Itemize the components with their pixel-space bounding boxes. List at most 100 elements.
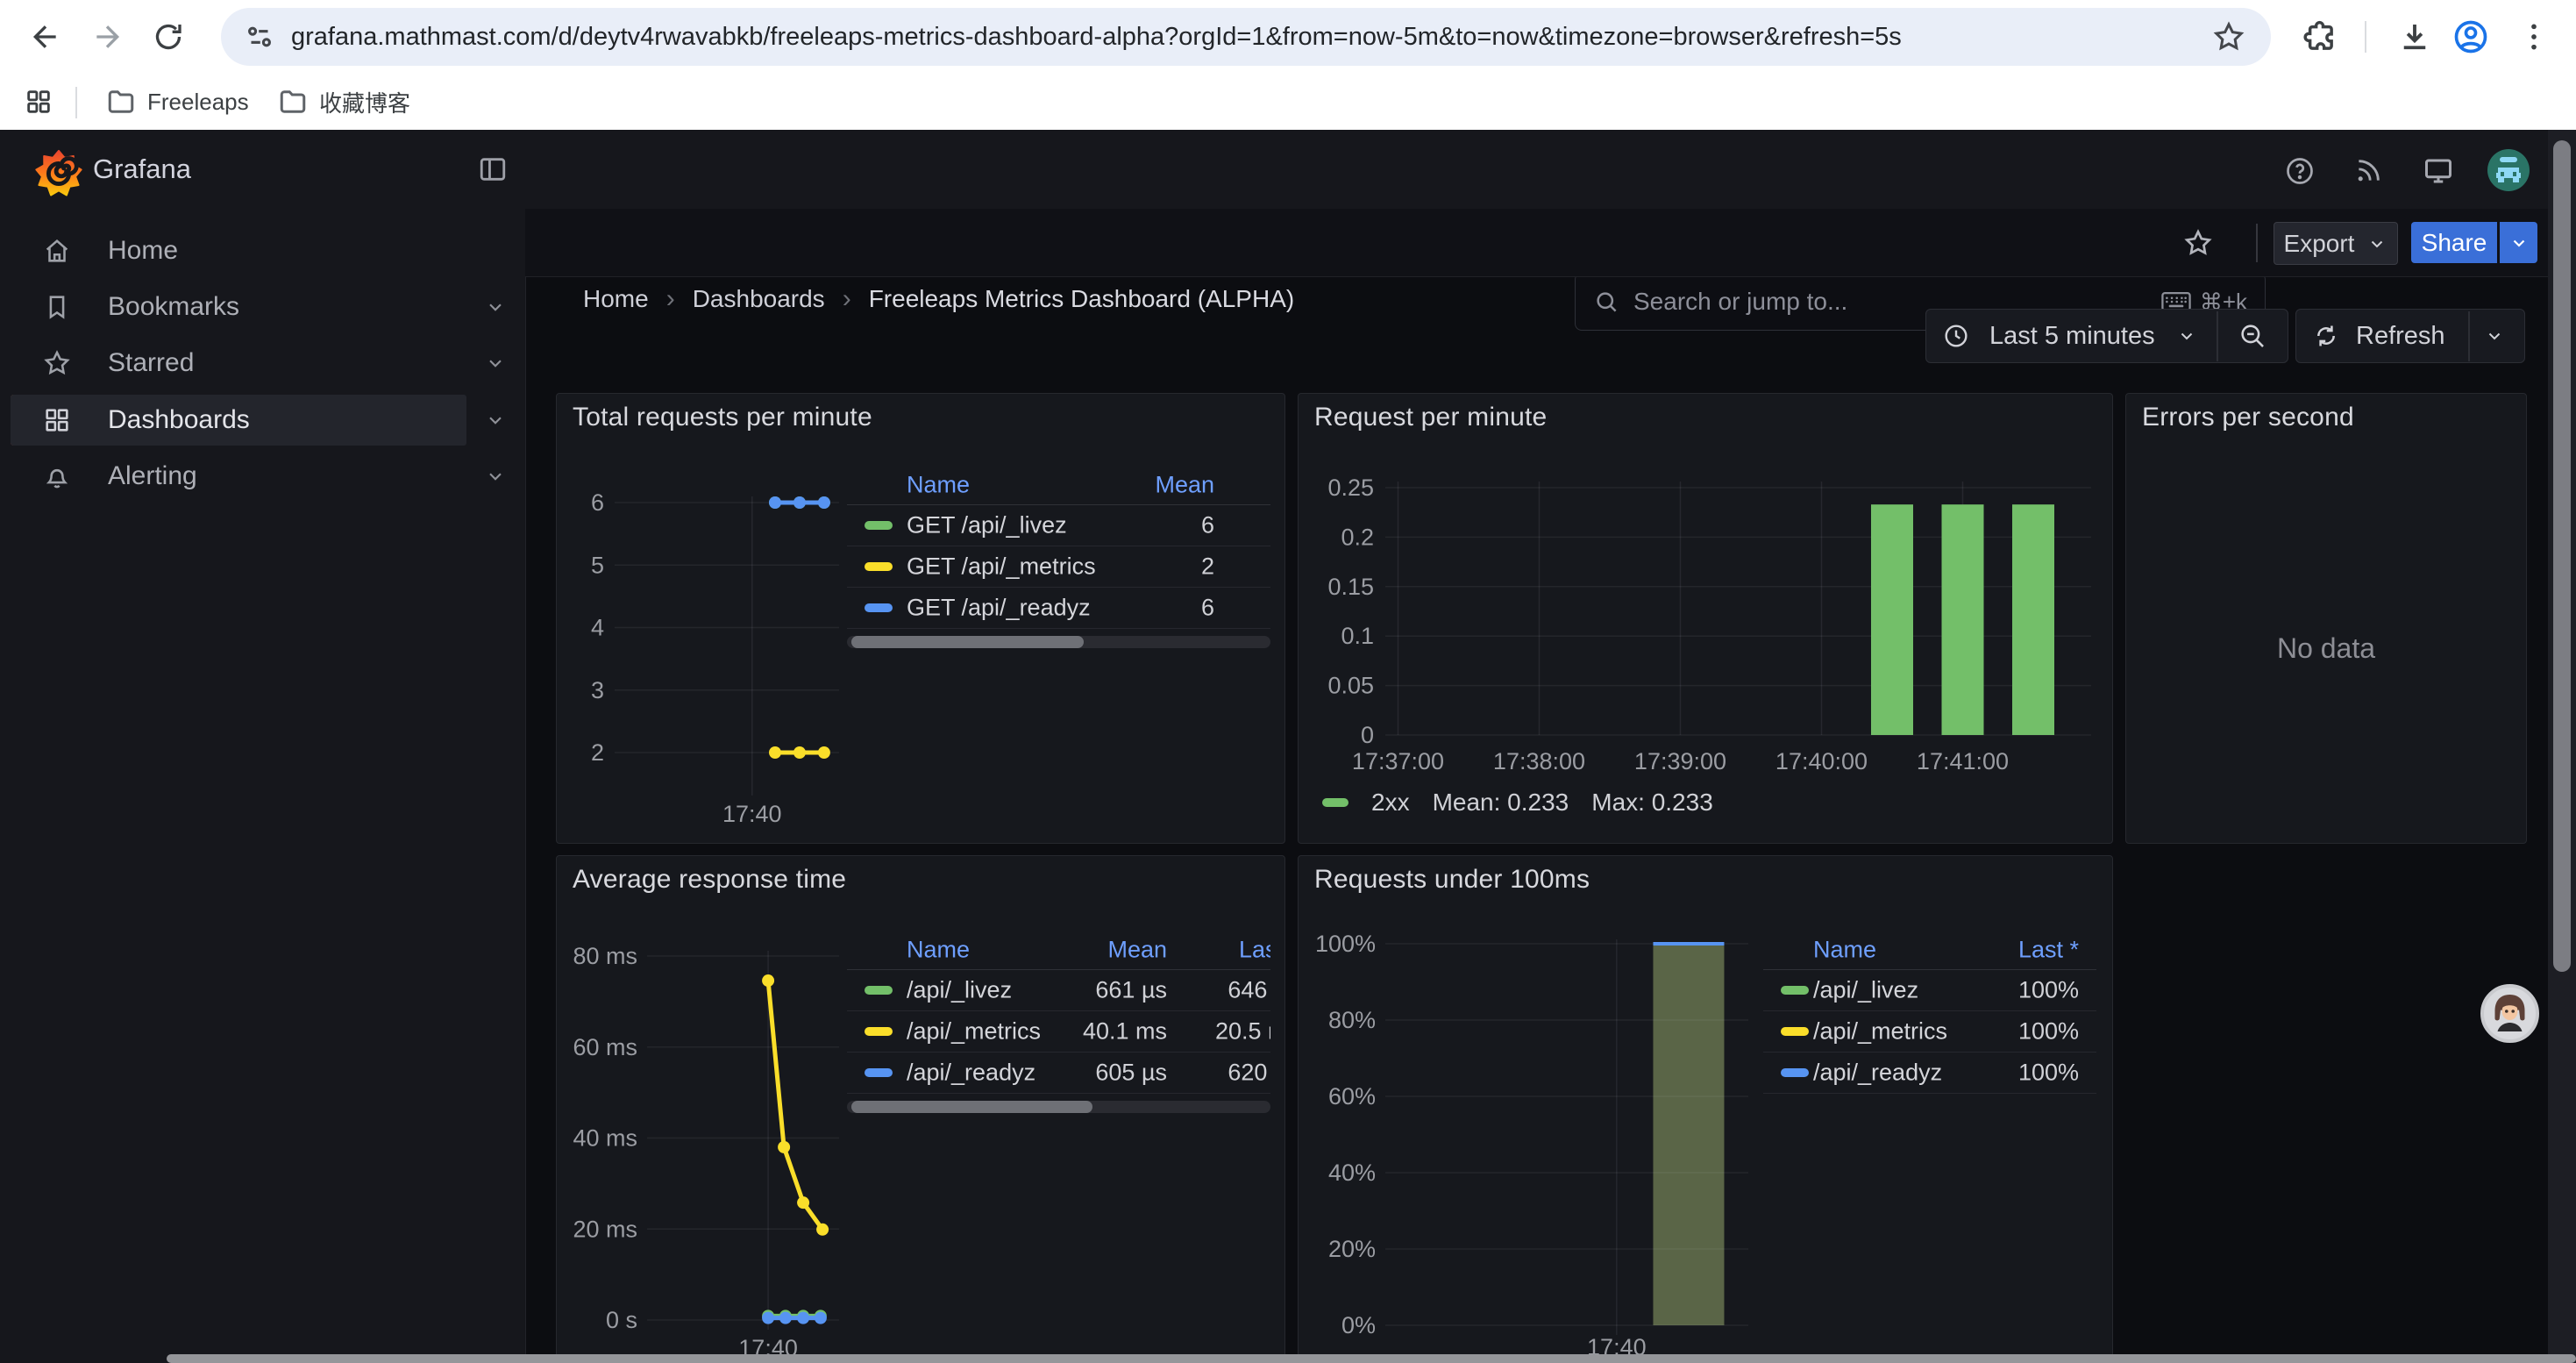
legend-col-header[interactable]: Mean	[1107, 937, 1167, 964]
request-per-minute-chart[interactable]: 00.050.10.150.20.2517:37:0017:38:0017:39…	[1299, 394, 2112, 843]
bookmark-icon	[42, 292, 72, 322]
breadcrumb-dashboards[interactable]: Dashboards	[693, 285, 825, 313]
series-color-pill[interactable]	[1781, 986, 1809, 995]
legend-col-header[interactable]: Name	[907, 472, 970, 499]
address-bar[interactable]: grafana.mathmast.com/d/deytv4rwavabkb/fr…	[221, 8, 2271, 66]
home-icon	[42, 236, 72, 266]
series-color-pill[interactable]	[865, 1027, 893, 1036]
series-name[interactable]: /api/_readyz	[907, 1060, 1035, 1087]
legend-col-header[interactable]: Name	[1813, 937, 1876, 964]
actions-divider	[2256, 224, 2258, 262]
monitor-icon[interactable]	[2422, 154, 2455, 188]
sidebar-item-home[interactable]: Home	[11, 225, 466, 276]
user-avatar[interactable]	[2487, 149, 2530, 191]
menu-dots-icon[interactable]	[2515, 18, 2553, 56]
series-color-pill[interactable]	[865, 603, 893, 612]
series-name[interactable]: 2xx	[1371, 789, 1410, 817]
legend-scrollbar[interactable]	[847, 636, 1270, 648]
grafana-logo[interactable]	[33, 147, 84, 198]
bookmark-folder-freeleaps[interactable]: Freeleaps	[105, 82, 249, 121]
extensions-icon[interactable]	[2301, 18, 2339, 56]
legend-table: NameMeanLast */api/_livez661 µs646 µs/ap…	[847, 931, 1270, 1113]
series-color-pill[interactable]	[1781, 1027, 1809, 1036]
series-value: 661 µs	[1095, 977, 1167, 1004]
vertical-scrollbar-thumb[interactable]	[2553, 140, 2571, 972]
legend-scrollbar[interactable]	[847, 1101, 1270, 1113]
bookmark-folder-blogs[interactable]: 收藏博客	[277, 82, 410, 121]
brand[interactable]: Grafana	[93, 130, 191, 209]
series-name[interactable]: GET /api/_readyz	[907, 595, 1091, 622]
chevron-down-icon[interactable]	[484, 409, 507, 432]
sidebar-item-dashboards[interactable]: Dashboards	[11, 395, 466, 446]
series-value: 40.1 ms	[1083, 1018, 1167, 1045]
series-color-pill[interactable]	[865, 1068, 893, 1077]
legend-row[interactable]: /api/_metrics40.1 ms20.5 ms	[847, 1011, 1270, 1053]
panel-average-response-time[interactable]: Average response time 80 ms60 ms40 ms20 …	[556, 855, 1285, 1363]
series-color-pill[interactable]	[865, 986, 893, 995]
zoom-out-icon[interactable]	[2238, 321, 2267, 351]
panel-total-requests[interactable]: Total requests per minute 6543217:40 Nam…	[556, 393, 1285, 844]
panel-request-per-minute[interactable]: Request per minute 00.050.10.150.20.2517…	[1298, 393, 2113, 844]
legend-col-header[interactable]: Mean	[1155, 472, 1214, 499]
series-color-pill[interactable]	[865, 562, 893, 571]
chevron-down-icon[interactable]	[484, 352, 507, 375]
series-name[interactable]: GET /api/_metrics	[907, 553, 1096, 581]
reload-icon[interactable]	[151, 19, 186, 54]
export-button[interactable]: Export	[2274, 222, 2398, 265]
bookmark-star-icon[interactable]	[2210, 18, 2248, 56]
breadcrumb-home[interactable]: Home	[583, 285, 649, 313]
series-color-pill[interactable]	[1781, 1068, 1809, 1077]
legend-row[interactable]: GET /api/_metrics2	[847, 546, 1270, 588]
legend-row[interactable]: GET /api/_readyz6	[847, 588, 1270, 629]
profile-icon[interactable]	[2451, 18, 2490, 56]
url-text[interactable]: grafana.mathmast.com/d/deytv4rwavabkb/fr…	[291, 23, 1902, 52]
panel-requests-under-100ms[interactable]: Requests under 100ms 100%80%60%40%20%0%1…	[1298, 855, 2113, 1363]
legend-col-header[interactable]: Last *	[1239, 937, 1270, 964]
legend-row[interactable]: /api/_readyz100%	[1763, 1053, 2096, 1094]
refresh-button[interactable]: Refresh	[2295, 309, 2525, 363]
y-tick-label: 0.05	[1327, 673, 1374, 699]
back-icon[interactable]	[28, 19, 63, 54]
series-name[interactable]: /api/_metrics	[1813, 1018, 1947, 1045]
y-tick-label: 0 s	[606, 1307, 637, 1333]
chevron-down-icon[interactable]	[484, 465, 507, 488]
legend-row[interactable]: /api/_livez100%	[1763, 970, 2096, 1011]
series-name[interactable]: GET /api/_livez	[907, 512, 1067, 539]
series-color-pill[interactable]	[865, 521, 893, 530]
panel-title[interactable]: Errors per second	[2142, 403, 2354, 432]
breadcrumb-separator: ›	[843, 284, 851, 314]
sidebar-item-alerting[interactable]: Alerting	[11, 451, 466, 502]
legend-row[interactable]: /api/_metrics100%	[1763, 1011, 2096, 1053]
sidebar-item-starred[interactable]: Starred	[11, 338, 466, 389]
legend-row[interactable]: GET /api/_livez6	[847, 505, 1270, 546]
rss-icon[interactable]	[2352, 154, 2385, 188]
sidebar-item-label: Dashboards	[108, 405, 250, 435]
legend-col-header[interactable]: Last *	[2018, 937, 2079, 964]
chart-legend[interactable]: 2xx Mean: 0.233 Max: 0.233	[1322, 789, 1713, 817]
series-name[interactable]: /api/_readyz	[1813, 1060, 1942, 1087]
series-point	[797, 1196, 809, 1209]
panel-errors-per-second[interactable]: Errors per second No data	[2125, 393, 2527, 844]
favorite-star-icon[interactable]	[2181, 226, 2215, 260]
legend-row[interactable]: /api/_readyz605 µs620 µs	[847, 1053, 1270, 1094]
forward-icon[interactable]	[89, 19, 125, 54]
apps-grid-icon[interactable]	[21, 84, 56, 119]
y-tick-label: 40 ms	[573, 1125, 637, 1152]
collapse-sidebar-icon[interactable]	[477, 153, 509, 185]
sidebar-item-bookmarks[interactable]: Bookmarks	[11, 282, 466, 332]
series-name[interactable]: /api/_livez	[1813, 977, 1918, 1004]
site-settings-icon[interactable]	[242, 19, 277, 54]
time-range-picker[interactable]: Last 5 minutes	[1925, 309, 2288, 363]
assistant-avatar[interactable]	[2480, 984, 2539, 1043]
share-button[interactable]: Share	[2411, 222, 2497, 263]
chevron-down-icon[interactable]	[484, 296, 507, 318]
horizontal-scrollbar[interactable]	[167, 1354, 2576, 1363]
clock-icon	[1942, 322, 1970, 350]
legend-row[interactable]: /api/_livez661 µs646 µs	[847, 970, 1270, 1011]
legend-col-header[interactable]: Name	[907, 937, 970, 964]
share-menu-button[interactable]	[2500, 222, 2537, 263]
download-icon[interactable]	[2395, 18, 2434, 56]
help-icon[interactable]	[2283, 154, 2316, 188]
series-name[interactable]: /api/_livez	[907, 977, 1012, 1004]
series-name[interactable]: /api/_metrics	[907, 1018, 1041, 1045]
